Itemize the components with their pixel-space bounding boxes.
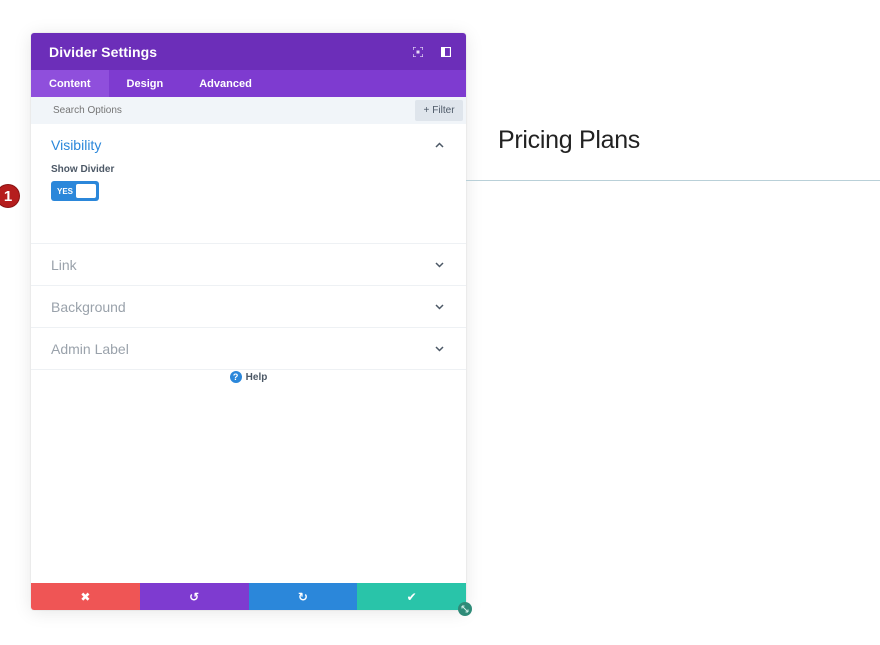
- step-number-badge: 1: [0, 185, 19, 207]
- redo-button[interactable]: ↻: [248, 583, 358, 610]
- focus-icon[interactable]: [404, 46, 432, 57]
- toggle-yes-label: YES: [57, 186, 74, 196]
- section-visibility-header[interactable]: Visibility: [31, 124, 466, 165]
- section-background-header[interactable]: Background: [31, 286, 466, 327]
- search-bar: + Filter: [31, 97, 466, 124]
- tab-content[interactable]: Content: [31, 70, 109, 97]
- section-title: Visibility: [51, 136, 102, 153]
- toggle-knob: [76, 184, 96, 198]
- help-link[interactable]: ? Help: [31, 371, 466, 383]
- sidebar-toggle-icon[interactable]: [432, 46, 460, 57]
- preview-divider: [466, 180, 880, 181]
- section-title: Background: [51, 298, 126, 315]
- tab-design[interactable]: Design: [109, 70, 182, 97]
- undo-button[interactable]: ↺: [139, 583, 249, 610]
- resize-icon: [461, 605, 469, 613]
- chevron-up-icon: [432, 138, 446, 152]
- save-button[interactable]: ✔: [357, 583, 466, 610]
- plus-icon: +: [423, 105, 430, 116]
- visibility-body: Show Divider YES: [31, 164, 466, 243]
- panel-title: Divider Settings: [49, 43, 158, 60]
- help-icon: ?: [229, 371, 242, 383]
- section-link: Link: [31, 244, 466, 286]
- cancel-button[interactable]: ✖: [31, 583, 140, 610]
- chevron-down-icon: [432, 342, 446, 356]
- show-divider-toggle[interactable]: YES: [51, 181, 99, 201]
- section-title: Admin Label: [51, 340, 129, 357]
- checkmark-icon: ✔: [406, 589, 417, 604]
- section-title: Link: [51, 256, 77, 273]
- section-link-header[interactable]: Link: [31, 244, 466, 285]
- search-input[interactable]: [51, 104, 355, 117]
- preview-heading: Pricing Plans: [498, 126, 640, 154]
- show-divider-label: Show Divider: [51, 164, 115, 175]
- section-visibility: Visibility Show Divider YES: [31, 124, 466, 244]
- divider-settings-panel: Divider Settings Content Design Advanced…: [31, 33, 472, 616]
- chevron-down-icon: [432, 258, 446, 272]
- close-icon: ✖: [80, 589, 91, 604]
- redo-icon: ↻: [297, 589, 308, 604]
- tab-bar: Content Design Advanced: [31, 70, 466, 97]
- filter-label: Filter: [432, 105, 455, 116]
- help-label: Help: [245, 371, 268, 383]
- resize-handle[interactable]: [458, 602, 472, 616]
- panel-header: Divider Settings: [31, 33, 466, 70]
- filter-button[interactable]: + Filter: [415, 100, 463, 121]
- section-admin-label-header[interactable]: Admin Label: [31, 328, 466, 369]
- action-bar: ✖ ↺ ↻ ✔: [31, 583, 466, 610]
- section-background: Background: [31, 286, 466, 328]
- section-admin-label: Admin Label: [31, 328, 466, 370]
- undo-icon: ↺: [189, 589, 200, 604]
- chevron-down-icon: [432, 300, 446, 314]
- tab-advanced[interactable]: Advanced: [181, 70, 270, 97]
